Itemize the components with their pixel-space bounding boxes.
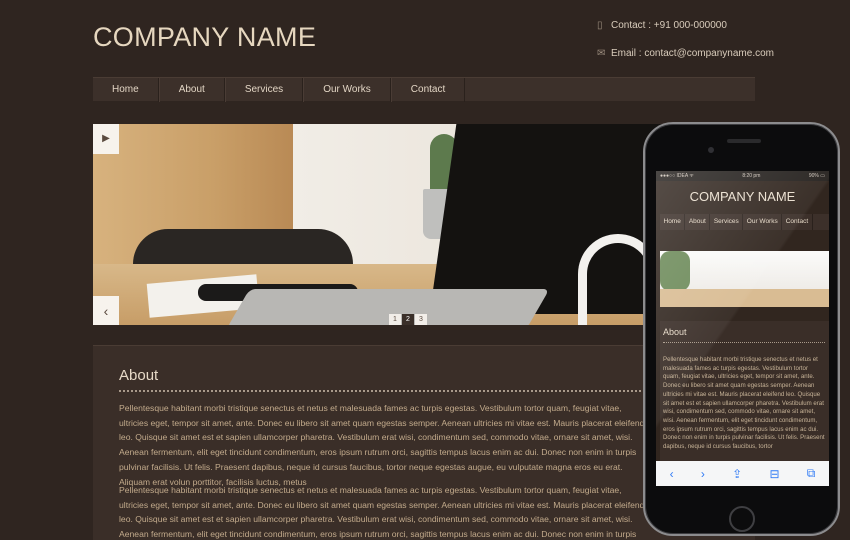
forward-icon[interactable]: › [701,467,705,481]
contact-email: ✉ Email : contact@companyname.com [597,46,774,60]
main-nav: Home About Services Our Works Contact [93,77,755,102]
chevron-left-icon[interactable]: ‹ [93,296,119,325]
mobile-nav-our-works[interactable]: Our Works [743,214,783,230]
home-button[interactable] [729,506,755,532]
mobile-nav-services[interactable]: Services [710,214,744,230]
slider-dot-2[interactable]: 2 [402,314,414,325]
contact-phone-text: Contact : +91 000-000000 [611,19,727,31]
mobile-device-mockup: ●●●○○ IDEA ᯤ 8:20 pm 90% ▭ COMPANY NAME … [643,122,840,536]
mobile-status-bar: ●●●○○ IDEA ᯤ 8:20 pm 90% ▭ [656,171,829,181]
mobile-about-divider [663,342,825,343]
nav-item-our-works[interactable]: Our Works [303,78,391,102]
share-icon[interactable]: ⇪ [732,467,742,481]
mobile-nav: Home About Services Our Works Contact [660,214,829,230]
play-icon[interactable]: ▶ [93,124,119,154]
status-battery: 90% ▭ [808,173,825,179]
page: COMPANY NAME ▯ Contact : +91 000-000000 … [0,0,850,540]
device-camera [708,147,714,153]
contact-info: ▯ Contact : +91 000-000000 ✉ Email : con… [597,18,774,74]
device-speaker [727,139,761,143]
mobile-slider[interactable] [660,251,829,307]
nav-item-contact[interactable]: Contact [390,78,466,102]
mobile-nav-contact[interactable]: Contact [782,214,813,230]
nav-item-about[interactable]: About [158,78,225,102]
slide-image-chair [133,229,353,269]
mobile-nav-home[interactable]: Home [660,214,686,230]
bookmarks-icon[interactable]: ⊟ [769,467,779,481]
about-paragraph-1: Pellentesque habitant morbi tristique se… [119,403,645,487]
nav-item-services[interactable]: Services [224,78,304,102]
about-heading: About [119,367,159,384]
status-time: 8:20 pm [742,173,761,179]
slide-image-keyboard [226,289,550,325]
about-divider [119,390,729,392]
tabs-icon[interactable]: ⧉ [807,466,816,481]
back-icon[interactable]: ‹ [670,467,674,481]
contact-phone: ▯ Contact : +91 000-000000 [597,18,774,32]
envelope-icon: ✉ [597,47,606,59]
about-paragraph-2: Pellentesque habitant morbi tristique se… [119,485,645,540]
phone-icon: ▯ [597,19,603,31]
mobile-company-logo[interactable]: COMPANY NAME [656,189,829,204]
contact-email-text[interactable]: Email : contact@companyname.com [611,48,774,59]
slider-dot-1[interactable]: 1 [389,314,401,325]
slider-pagination: 1 2 3 [389,314,428,325]
nav-item-home[interactable]: Home [93,78,159,102]
mobile-about-text: Pellentesque habitant morbi tristique se… [663,356,825,451]
mobile-slide-desk [660,289,829,307]
mobile-browser-toolbar: ‹ › ⇪ ⊟ ⧉ [656,461,829,486]
mobile-about-heading: About [663,327,687,337]
mobile-slide-plant [660,251,690,291]
mobile-screen: ●●●○○ IDEA ᯤ 8:20 pm 90% ▭ COMPANY NAME … [656,171,829,486]
status-carrier: ●●●○○ IDEA ᯤ [660,173,694,179]
mobile-nav-about[interactable]: About [685,214,711,230]
slider-dot-3[interactable]: 3 [415,314,427,325]
company-logo[interactable]: COMPANY NAME [93,22,316,53]
